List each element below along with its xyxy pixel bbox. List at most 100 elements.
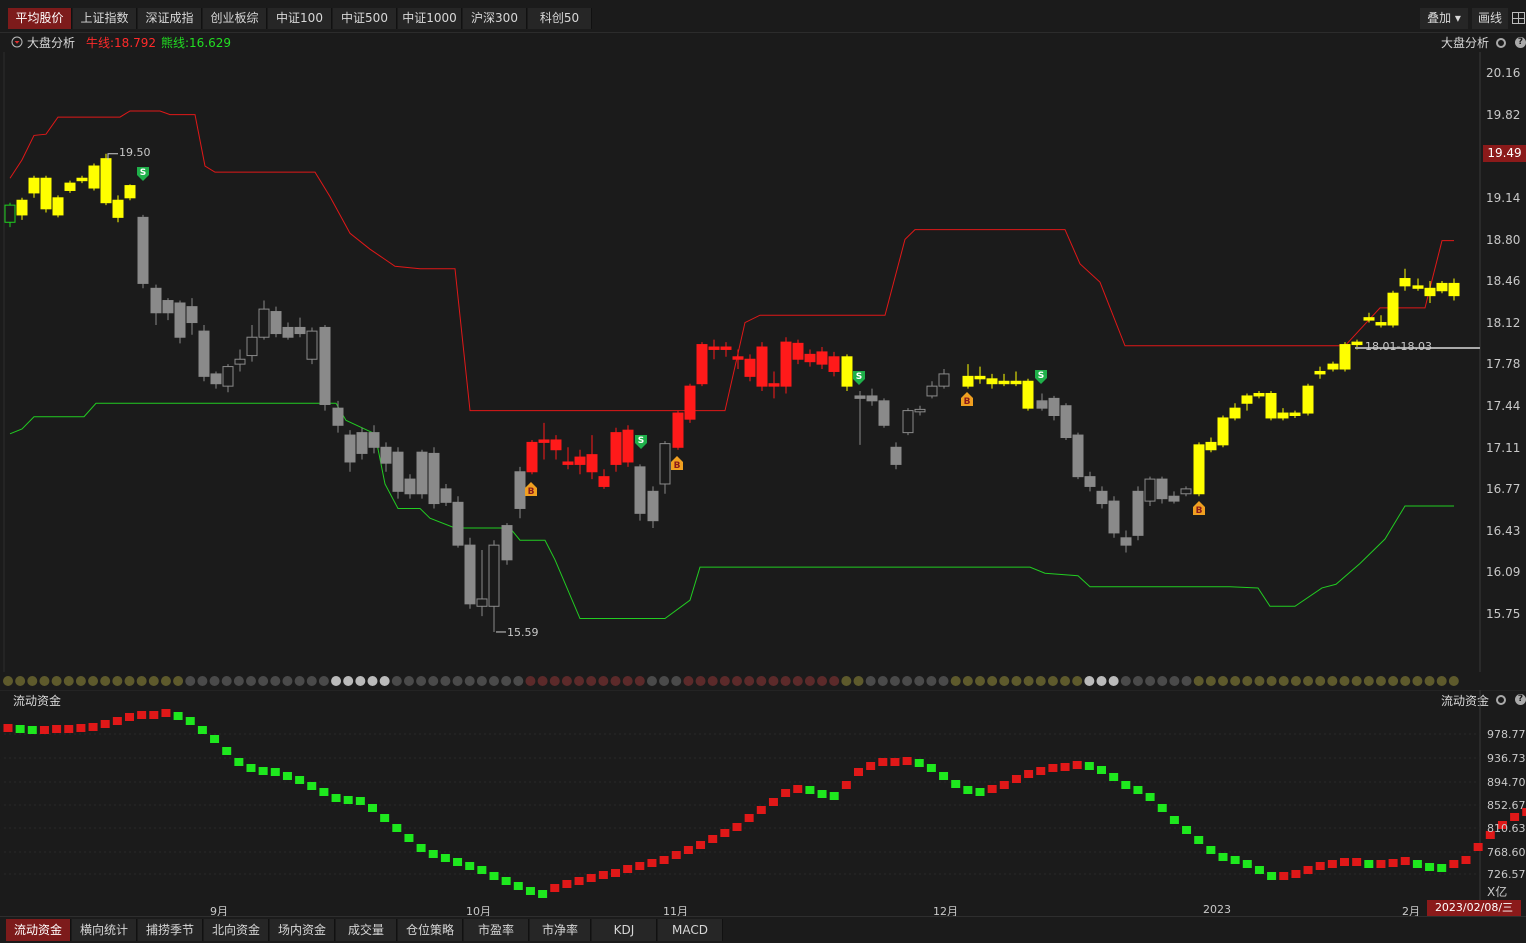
signal-dot xyxy=(501,676,512,686)
candle-body xyxy=(804,353,816,363)
help-icon[interactable]: ? xyxy=(1515,37,1526,48)
tab-csi100[interactable]: 中证100 xyxy=(268,8,332,29)
signal-dot xyxy=(3,676,13,686)
liquidity-block xyxy=(465,862,475,870)
signal-dot xyxy=(1193,676,1204,686)
signal-dot xyxy=(221,676,232,686)
candle-body xyxy=(1302,385,1314,414)
liquidity-block xyxy=(963,786,973,794)
candle-body xyxy=(16,199,28,216)
tab-fishing-season[interactable]: 捕捞季节 xyxy=(138,919,203,941)
candle-body xyxy=(258,308,270,338)
candle-body xyxy=(416,451,428,495)
tab-chinext-index[interactable]: 创业板综 xyxy=(203,8,267,29)
tab-average-price[interactable]: 平均股价 xyxy=(8,8,72,29)
tab-northbound-funds[interactable]: 北向资金 xyxy=(204,919,269,941)
tab-csi300[interactable]: 沪深300 xyxy=(463,8,527,29)
liquidity-tick: 810.63 xyxy=(1487,822,1526,835)
dropdown-circle-icon[interactable] xyxy=(11,36,23,48)
candle-body xyxy=(1060,405,1072,439)
signal-dot xyxy=(391,676,402,686)
liquidity-block xyxy=(270,768,280,776)
candle-body xyxy=(1314,370,1326,375)
buy-marker-label: B xyxy=(964,397,971,407)
tab-shanghai-index[interactable]: 上证指数 xyxy=(73,8,137,29)
tab-pb-ratio[interactable]: 市净率 xyxy=(530,919,591,941)
tab-position-strategy[interactable]: 仓位策略 xyxy=(398,919,463,941)
liquidity-block xyxy=(562,880,572,888)
indicator-info-row: 大盘分析 牛线:18.792 熊线:16.629 大盘分析 ? xyxy=(0,32,1526,52)
sell-marker-label: S xyxy=(638,436,644,446)
tab-liquidity[interactable]: 流动资金 xyxy=(6,919,71,941)
tab-volume[interactable]: 成交量 xyxy=(336,919,397,941)
candle-body xyxy=(1120,537,1132,546)
signal-dot xyxy=(489,676,499,686)
liquidity-block xyxy=(574,877,584,885)
tab-csi1000[interactable]: 中证1000 xyxy=(398,8,462,29)
candle-body xyxy=(1424,287,1436,297)
liquidity-block xyxy=(1011,775,1021,783)
tab-pe-ratio[interactable]: 市盈率 xyxy=(464,919,529,941)
liquidity-block xyxy=(380,814,390,822)
candle-body xyxy=(720,346,732,350)
candle-body xyxy=(368,432,380,448)
signal-dot xyxy=(1011,676,1022,686)
liquidity-block xyxy=(477,866,487,874)
liquidity-block xyxy=(1145,793,1155,801)
liquidity-block xyxy=(39,726,49,734)
candle-body xyxy=(986,378,998,385)
liquidity-block xyxy=(137,711,147,719)
tab-macd[interactable]: MACD xyxy=(658,919,723,941)
signal-dot xyxy=(1145,676,1156,686)
candle-body xyxy=(890,446,902,465)
draw-line-button[interactable]: 画线 xyxy=(1472,8,1508,29)
candle-body xyxy=(1036,400,1048,409)
candle-body xyxy=(1241,395,1253,404)
liquidity-block xyxy=(1218,853,1228,861)
signal-dot xyxy=(646,676,657,686)
tab-kdj[interactable]: KDJ xyxy=(592,919,657,941)
liquidity-block xyxy=(27,726,37,734)
candle-body xyxy=(88,165,100,189)
tab-csi500[interactable]: 中证500 xyxy=(333,8,397,29)
tab-horizontal-stats[interactable]: 横向统计 xyxy=(72,919,137,941)
tab-shenzhen-index[interactable]: 深证成指 xyxy=(138,8,202,29)
signal-dot xyxy=(877,676,888,686)
candle-body xyxy=(828,356,840,372)
signal-dot xyxy=(610,676,621,686)
candle-body xyxy=(40,177,52,210)
liquidity-block xyxy=(623,865,633,873)
tab-onfloor-funds[interactable]: 场内资金 xyxy=(270,919,335,941)
liquidity-block xyxy=(112,717,122,725)
candle-body xyxy=(1180,488,1192,495)
liquidity-block xyxy=(756,806,766,814)
price-tick: 18.80 xyxy=(1486,233,1521,247)
settings-gear-icon[interactable] xyxy=(1496,38,1506,48)
signal-dot xyxy=(962,676,973,686)
candle-body xyxy=(696,344,708,385)
signal-dot xyxy=(1266,676,1277,686)
liquidity-block xyxy=(768,798,778,806)
candle-body xyxy=(380,446,392,464)
candle-body xyxy=(866,395,878,402)
candle-body xyxy=(1277,412,1289,419)
tab-star50[interactable]: 科创50 xyxy=(528,8,592,29)
candle-body xyxy=(708,346,720,350)
liquidity-chart[interactable] xyxy=(0,690,1526,900)
price-tick: 16.77 xyxy=(1486,482,1521,496)
layout-grid-icon[interactable] xyxy=(1512,12,1525,24)
liquidity-block xyxy=(173,712,183,720)
candlestick-chart[interactable]: S S S S B B B B xyxy=(0,52,1526,672)
candle-body xyxy=(586,454,598,473)
signal-dot xyxy=(185,676,196,686)
candle-body xyxy=(902,410,914,434)
indicator-name[interactable]: 大盘分析 xyxy=(27,34,75,51)
candle-body xyxy=(768,383,780,387)
signal-dot xyxy=(659,676,670,686)
liquidity-block xyxy=(1291,870,1301,878)
overlay-button[interactable]: 叠加 ▾ xyxy=(1420,8,1468,29)
signal-dot xyxy=(1436,676,1447,686)
liquidity-block xyxy=(926,764,936,772)
liquidity-block xyxy=(258,767,268,775)
price-tick: 18.12 xyxy=(1486,316,1521,330)
